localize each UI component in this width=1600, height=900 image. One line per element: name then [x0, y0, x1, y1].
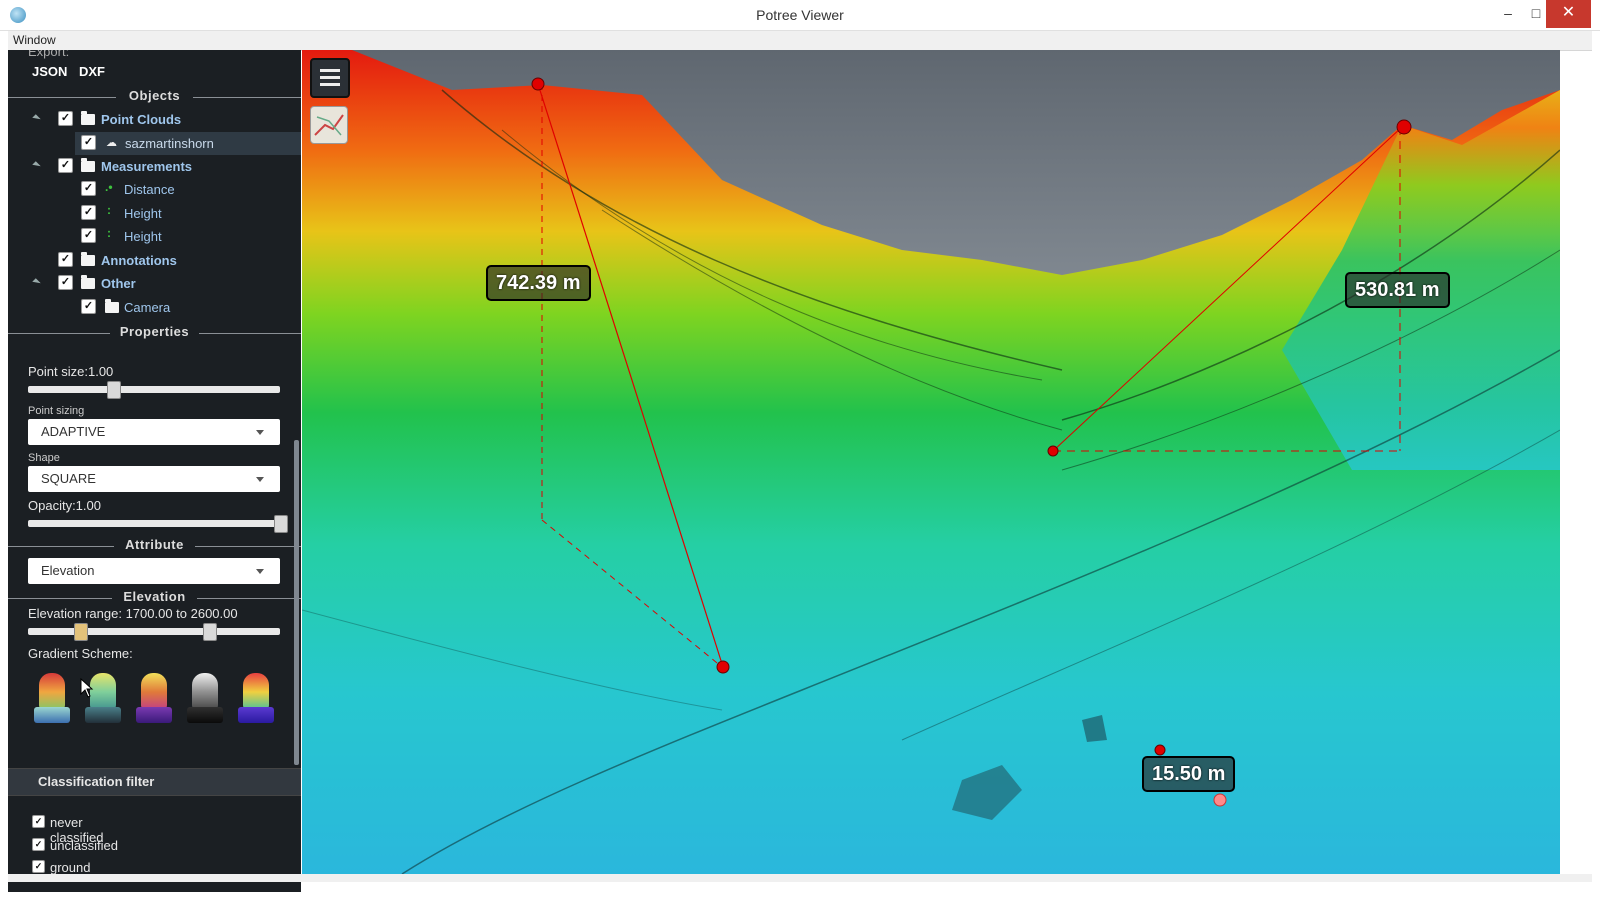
class-label: unclassified: [50, 838, 118, 853]
checkbox-icon[interactable]: ✓: [58, 252, 73, 267]
sidebar: Export: JSON DXF Objects ✓ Point Clouds …: [8, 50, 301, 892]
attribute-select[interactable]: Elevation: [28, 558, 280, 584]
gradient-scheme-label: Gradient Scheme:: [28, 646, 133, 661]
folder-icon: [81, 252, 95, 266]
tree-item-point-clouds[interactable]: ✓ Point Clouds: [8, 109, 301, 131]
chevron-down-icon: [256, 477, 264, 482]
tree-item-distance[interactable]: ✓ .• Distance: [8, 179, 301, 201]
tree-item-other[interactable]: ✓ Other: [8, 273, 301, 295]
checkbox-icon[interactable]: ✓: [58, 158, 73, 173]
gradient-grayscale-button[interactable]: [185, 667, 225, 723]
gradient-plasma-button[interactable]: [134, 667, 174, 723]
elevation-max-thumb[interactable]: [203, 623, 217, 641]
point-size-label: Point size:1.00: [28, 364, 114, 379]
folder-icon: [105, 299, 119, 313]
attribute-value: Elevation: [41, 563, 95, 578]
opacity-label: Opacity:1.00: [28, 498, 101, 513]
tree-item-label: Annotations: [101, 253, 177, 268]
height-measurement-label[interactable]: 530.81 m: [1345, 272, 1450, 308]
tree-expand-icon[interactable]: [32, 114, 41, 123]
checkbox-icon[interactable]: ✓: [81, 135, 96, 150]
gradient-spectral-button[interactable]: [32, 667, 72, 723]
chevron-down-icon: [256, 569, 264, 574]
chevron-down-icon: [256, 430, 264, 435]
map-icon[interactable]: [310, 106, 348, 144]
properties-header: Properties: [8, 324, 301, 342]
close-button[interactable]: ✕: [1546, 0, 1591, 28]
tree-item-label: Height: [124, 206, 162, 221]
tree-item-measurements[interactable]: ✓ Measurements: [8, 156, 301, 178]
objects-header: Objects: [8, 88, 301, 106]
distance-measurement-label[interactable]: 742.39 m: [486, 265, 591, 301]
elevation-header: Elevation: [8, 589, 301, 607]
class-label: ground: [50, 860, 91, 875]
tree-item-sazmartinshorn[interactable]: ✓ ☁ sazmartinshorn: [75, 132, 301, 155]
folder-icon: [81, 111, 95, 125]
measurement-icon: .•: [105, 180, 113, 194]
menu-bar: Window: [8, 31, 1592, 51]
menu-window[interactable]: Window: [13, 33, 56, 47]
checkbox-icon[interactable]: ✓: [81, 181, 96, 196]
tree-item-height-1[interactable]: ✓ : Height: [8, 203, 301, 225]
classification-filter-title: Classification filter: [38, 774, 155, 789]
window-bottom-border: [8, 874, 1592, 882]
height-measurement-label[interactable]: 15.50 m: [1142, 756, 1236, 792]
export-dxf-button[interactable]: DXF: [79, 64, 105, 79]
tree-item-annotations[interactable]: ✓ Annotations: [8, 250, 301, 272]
opacity-slider-thumb[interactable]: [274, 515, 288, 533]
tree-item-label: sazmartinshorn: [125, 136, 214, 151]
point-size-slider[interactable]: [28, 381, 280, 399]
checkbox-icon[interactable]: ✓: [32, 815, 45, 828]
attribute-header: Attribute: [8, 537, 301, 555]
elevation-min-thumb[interactable]: [74, 623, 88, 641]
elevation-range-label: Elevation range: 1700.00 to 2600.00: [28, 606, 238, 621]
measurement-icon: :: [107, 203, 111, 217]
tree-expand-icon[interactable]: [32, 278, 41, 287]
tree-item-label: Height: [124, 229, 162, 244]
mouse-cursor-icon: [80, 678, 94, 698]
checkbox-icon[interactable]: ✓: [81, 205, 96, 220]
window-title: Potree Viewer: [756, 7, 844, 23]
pointcloud-icon: ☁: [106, 137, 117, 149]
terrain-render[interactable]: [302, 50, 1560, 874]
elevation-range-slider[interactable]: [28, 623, 280, 641]
measurement-icon: :: [107, 226, 111, 240]
title-bar: Potree Viewer – □ ✕: [0, 0, 1600, 31]
shape-label: Shape: [28, 452, 60, 464]
point-sizing-label: Point sizing: [28, 405, 85, 417]
tree-item-label: Measurements: [101, 159, 193, 174]
point-sizing-select[interactable]: ADAPTIVE: [28, 419, 280, 445]
shape-select[interactable]: SQUARE: [28, 466, 280, 492]
folder-icon: [81, 158, 95, 172]
folder-icon: [81, 275, 95, 289]
export-label: Export:: [28, 50, 70, 59]
point-cloud-viewport[interactable]: 742.39 m 530.81 m 15.50 m: [302, 50, 1560, 874]
checkbox-icon[interactable]: ✓: [58, 275, 73, 290]
tree-item-label: Point Clouds: [101, 112, 182, 127]
checkbox-icon[interactable]: ✓: [58, 111, 73, 126]
tree-item-label: Camera: [124, 300, 171, 315]
tree-expand-icon[interactable]: [32, 161, 41, 170]
point-sizing-value: ADAPTIVE: [41, 424, 106, 439]
checkbox-icon[interactable]: ✓: [32, 860, 45, 873]
menu-toggle-icon[interactable]: [310, 58, 350, 98]
shape-value: SQUARE: [41, 471, 96, 486]
tree-item-label: Other: [101, 276, 136, 291]
tree-item-label: Distance: [124, 182, 175, 197]
checkbox-icon[interactable]: ✓: [81, 228, 96, 243]
sidebar-scrollbar[interactable]: [294, 440, 299, 765]
opacity-slider[interactable]: [28, 515, 288, 533]
classification-filter-header[interactable]: Classification filter: [8, 768, 301, 796]
export-json-button[interactable]: JSON: [32, 64, 67, 79]
checkbox-icon[interactable]: ✓: [32, 838, 45, 851]
tree-item-camera[interactable]: ✓ Camera: [8, 297, 301, 319]
tree-item-height-2[interactable]: ✓ : Height: [8, 226, 301, 248]
checkbox-icon[interactable]: ✓: [81, 299, 96, 314]
point-size-slider-thumb[interactable]: [107, 381, 121, 399]
gradient-rainbow-button[interactable]: [236, 667, 276, 723]
